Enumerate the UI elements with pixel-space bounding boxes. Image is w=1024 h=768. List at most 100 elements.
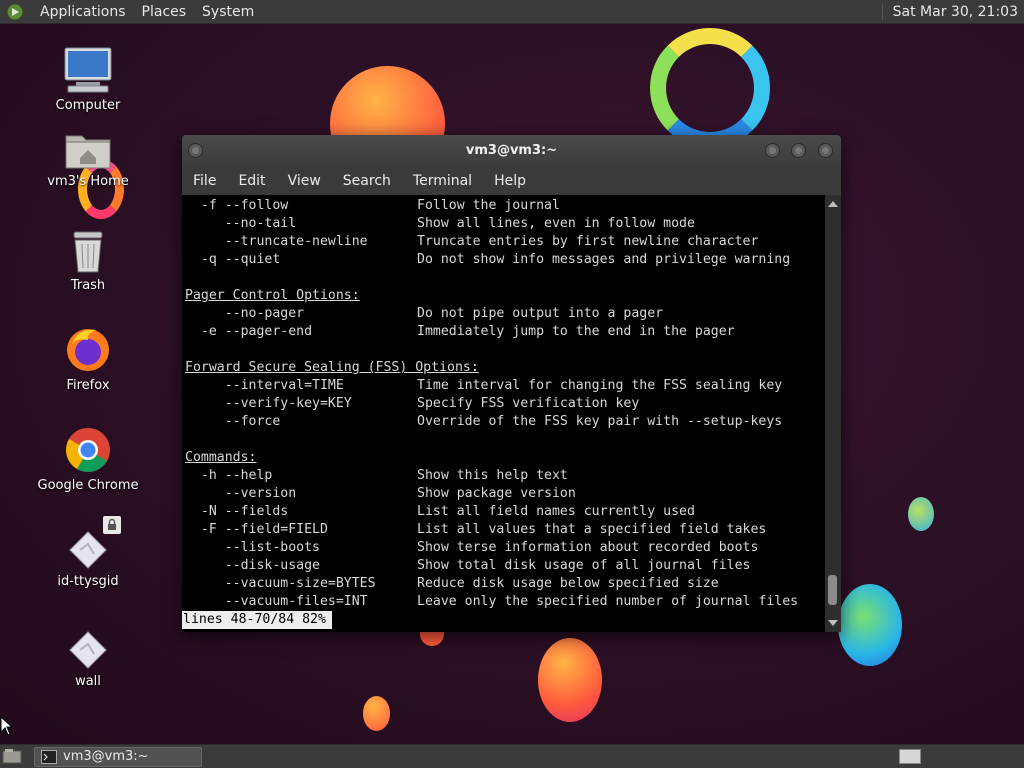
window-titlebar[interactable]: vm3@vm3:~ <box>182 135 841 167</box>
section-heading: Commands: <box>185 450 257 465</box>
terminal-line: --disk-usage Show total disk usage of all… <box>185 557 825 575</box>
computer-icon <box>64 47 112 93</box>
firefox-icon <box>67 329 109 371</box>
applications-menu[interactable]: Applications <box>32 4 134 20</box>
mate-menu-icon[interactable] <box>6 3 24 21</box>
desktop-icon-label: Google Chrome <box>37 478 139 493</box>
terminal-line: -h --help Show this help text <box>185 467 825 485</box>
option-flag: --disk-usage <box>185 558 320 573</box>
file-icon <box>69 631 107 669</box>
section-heading: Forward Secure Sealing (FSS) Options: <box>185 360 479 375</box>
menu-terminal[interactable]: Terminal <box>402 173 483 189</box>
option-flag: --force <box>185 414 281 429</box>
terminal-line: --version Show package version <box>185 485 825 503</box>
wallpaper-blob <box>363 696 390 731</box>
terminal-line: --truncate-newline Truncate entries by fi… <box>185 233 825 251</box>
desktop-icon-label: vm3's Home <box>47 174 129 189</box>
scroll-down-arrow-icon[interactable] <box>828 620 838 626</box>
option-flag: -F --field=FIELD <box>185 522 328 537</box>
desktop-icon-id-ttysgid[interactable]: id-ttysgid <box>33 516 143 589</box>
option-description: Follow the journal <box>417 198 560 213</box>
desktop-icon-trash[interactable]: Trash <box>33 230 143 293</box>
terminal-line: --interval=TIME Time interval for changin… <box>185 377 825 395</box>
taskbar-button-label: vm3@vm3:~ <box>63 749 149 764</box>
terminal-line: Pager Control Options: <box>185 287 825 305</box>
desktop-icon-label: Firefox <box>66 378 110 393</box>
option-flag: -e --pager-end <box>185 324 313 339</box>
trash-icon <box>73 231 103 273</box>
terminal-output[interactable]: -f --follow Follow the journal --no-tail S… <box>182 195 825 632</box>
terminal-line: --no-tail Show all lines, even in follow … <box>185 215 825 233</box>
maximize-button[interactable] <box>791 143 806 158</box>
option-flag: -N --fields <box>185 504 289 519</box>
desktop-icon-wall[interactable]: wall <box>33 630 143 689</box>
option-description: Truncate entries by first newline charac… <box>417 234 759 249</box>
option-description: Do not pipe output into a pager <box>417 306 664 321</box>
option-description: Do not show info messages and privilege … <box>417 252 791 267</box>
desktop-icon-chrome[interactable]: Google Chrome <box>33 426 143 493</box>
wallpaper-blob <box>838 584 902 666</box>
terminal-line: --force Override of the FSS key pair with… <box>185 413 825 431</box>
places-menu[interactable]: Places <box>134 4 195 20</box>
option-flag: --no-pager <box>185 306 305 321</box>
desktop-icon-label: Trash <box>70 278 106 293</box>
clock[interactable]: Sat Mar 30, 21:03 <box>881 3 1024 20</box>
option-description: Override of the FSS key pair with --setu… <box>417 414 783 429</box>
minimize-button[interactable] <box>765 143 780 158</box>
workspace-switcher[interactable] <box>899 749 921 764</box>
menu-view[interactable]: View <box>277 173 332 189</box>
option-description: List all field names currently used <box>417 504 695 519</box>
home-folder-icon <box>65 135 111 169</box>
terminal-line: --vacuum-files=INT Leave only the specifi… <box>185 593 825 611</box>
terminal-window: vm3@vm3:~ File Edit View Search Terminal… <box>182 135 841 632</box>
system-menu[interactable]: System <box>194 4 262 20</box>
close-button[interactable] <box>818 143 833 158</box>
terminal-line: --no-pager Do not pipe output into a page… <box>185 305 825 323</box>
wallpaper-ring <box>650 28 770 148</box>
file-icon <box>69 531 107 569</box>
option-flag: --no-tail <box>185 216 297 231</box>
terminal-scrollbar[interactable] <box>825 195 841 632</box>
desktop-icon-firefox[interactable]: Firefox <box>33 326 143 393</box>
menu-search[interactable]: Search <box>332 173 402 189</box>
menu-edit[interactable]: Edit <box>227 173 276 189</box>
option-flag: -q --quiet <box>185 252 281 267</box>
bottom-panel: vm3@vm3:~ <box>0 744 1024 768</box>
option-description: List all values that a specified field t… <box>417 522 767 537</box>
window-menu-button[interactable] <box>188 143 203 158</box>
mouse-pointer-icon <box>0 716 12 736</box>
menu-help[interactable]: Help <box>483 173 537 189</box>
option-flag: --list-boots <box>185 540 320 555</box>
taskbar-button-terminal[interactable]: vm3@vm3:~ <box>34 747 202 767</box>
terminal-line: -q --quiet Do not show info messages and … <box>185 251 825 269</box>
scrollbar-thumb[interactable] <box>828 575 837 605</box>
terminal-line: Forward Secure Sealing (FSS) Options: <box>185 359 825 377</box>
desktop-icon-label: id-ttysgid <box>57 574 119 589</box>
menu-file[interactable]: File <box>182 173 227 189</box>
window-title: vm3@vm3:~ <box>465 143 558 158</box>
pager-status-line: lines 48-70/84 82% <box>182 611 332 629</box>
terminal-line: --vacuum-size=BYTES Reduce disk usage bel… <box>185 575 825 593</box>
desktop-icon-computer[interactable]: Computer <box>33 46 143 113</box>
desktop-icon-home[interactable]: vm3's Home <box>33 130 143 189</box>
scroll-up-arrow-icon[interactable] <box>828 201 838 207</box>
show-desktop-icon[interactable] <box>2 748 22 765</box>
option-description: Show all lines, even in follow mode <box>417 216 695 231</box>
terminal-line: -e --pager-end Immediately jump to the en… <box>185 323 825 341</box>
option-description: Immediately jump to the end in the pager <box>417 324 735 339</box>
option-description: Leave only the specified number of journ… <box>417 594 799 609</box>
terminal-line: -F --field=FIELD List all values that a s… <box>185 521 825 539</box>
terminal-line: -N --fields List all field names currentl… <box>185 503 825 521</box>
desktop-icon-label: Computer <box>55 98 121 113</box>
option-flag: --vacuum-size=BYTES <box>185 576 376 591</box>
option-flag: --interval=TIME <box>185 378 344 393</box>
desktop-icon-label: wall <box>75 674 101 689</box>
option-description: Show this help text <box>417 468 568 483</box>
option-description: Specify FSS verification key <box>417 396 640 411</box>
terminal-line: Commands: <box>185 449 825 467</box>
option-description: Show terse information about recorded bo… <box>417 540 759 555</box>
wallpaper-blob <box>908 497 934 531</box>
